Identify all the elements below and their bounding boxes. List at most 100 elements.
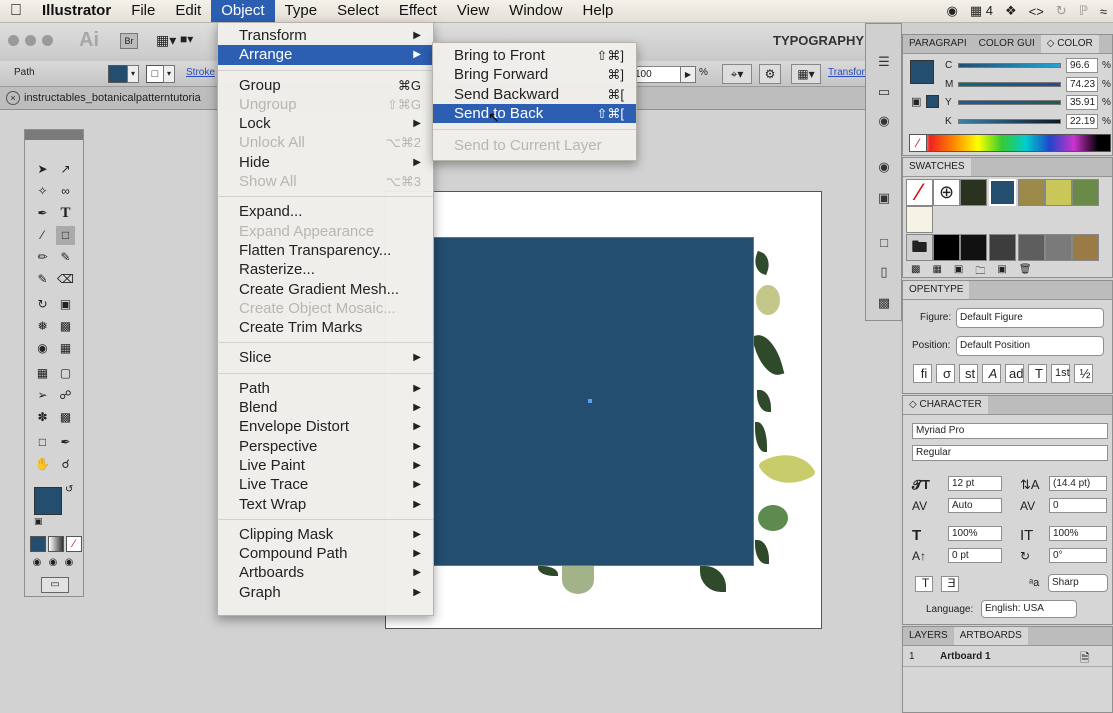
selected-rectangle[interactable] xyxy=(432,237,754,566)
fractions-icon[interactable]: ½ xyxy=(1074,364,1093,383)
zoom-tool-icon[interactable]: ☌ xyxy=(56,455,75,474)
swap-colors-icon[interactable]: ↺ xyxy=(65,484,73,495)
tab-swatches[interactable]: SWATCHES xyxy=(903,158,971,176)
gradient-mode-icon[interactable] xyxy=(48,536,64,552)
menu-item-graph[interactable]: Graph ▶ xyxy=(218,583,433,602)
swatch-blue[interactable] xyxy=(989,179,1016,206)
free-transform-tool-icon[interactable]: ▩ xyxy=(56,317,75,336)
figure-select[interactable]: Default Figure xyxy=(956,308,1104,328)
color-fill-swatch[interactable] xyxy=(910,60,934,84)
channel-value-m[interactable]: 74.23 xyxy=(1066,76,1098,92)
strikethrough-icon[interactable]: Ǝ xyxy=(941,576,959,592)
pen-tool-icon[interactable]: ✒ xyxy=(33,204,52,223)
align-panel-icon[interactable]: ▯ xyxy=(875,264,893,280)
channel-slider-k[interactable] xyxy=(958,118,1061,124)
opacity-stepper[interactable]: ▶ xyxy=(680,66,696,83)
menu-item-group[interactable]: Group ⌘G xyxy=(218,76,433,95)
titling-alternates-icon[interactable]: T xyxy=(1028,364,1047,383)
ordinals-icon[interactable]: 1st xyxy=(1051,364,1070,383)
transform-panel-icon[interactable]: □ xyxy=(875,235,893,251)
paintbrush-tool-icon[interactable]: ✏ xyxy=(33,248,52,267)
rectangle-tool-icon[interactable]: □ xyxy=(56,226,75,245)
tab-artboards[interactable]: ARTBOARDS xyxy=(953,627,1028,645)
menu-help[interactable]: Help xyxy=(573,0,624,22)
swatch-green[interactable] xyxy=(1072,179,1099,206)
code-icon[interactable]: <> xyxy=(1029,4,1044,19)
opacity-field[interactable]: 100 xyxy=(632,66,682,83)
draw-inside-icon[interactable]: ◉ xyxy=(62,556,76,570)
isolate-icon[interactable]: ⚙ xyxy=(759,64,781,84)
draw-normal-icon[interactable]: ◉ xyxy=(30,556,44,570)
tab-character[interactable]: ◇ CHARACTER xyxy=(903,396,988,414)
fill-swatch[interactable] xyxy=(108,65,128,83)
tab-color-guide[interactable]: COLOR GUI xyxy=(973,35,1041,53)
position-select[interactable]: Default Position xyxy=(956,336,1104,356)
font-family-field[interactable]: Myriad Pro xyxy=(912,423,1108,439)
document-tab-title[interactable]: instructables_botanicalpatterntutoria xyxy=(24,92,201,104)
menu-lines-icon[interactable]: ☰ xyxy=(875,54,893,70)
menu-item-hide[interactable]: Hide ▶ xyxy=(218,153,433,172)
channel-value-c[interactable]: 96.6 xyxy=(1066,58,1098,73)
menu-item-path[interactable]: Path ▶ xyxy=(218,379,433,398)
symbol-sprayer-tool-icon[interactable]: ✽ xyxy=(33,408,52,427)
menu-item-flatten-transparency[interactable]: Flatten Transparency... xyxy=(218,241,433,260)
direct-selection-tool-icon[interactable]: ↗ xyxy=(56,160,75,179)
adobe-status-icon[interactable]: ▦ 4 xyxy=(970,3,993,19)
screen-mode-icon[interactable]: ▭ xyxy=(41,577,69,593)
show-kinds-icon[interactable]: ▦ xyxy=(932,264,941,281)
stroke-dropdown[interactable]: ▾ xyxy=(163,65,175,83)
tab-paragraph[interactable]: PARAGRAPI xyxy=(903,35,973,53)
artboard-row[interactable]: 1 Artboard 1 🗎 xyxy=(903,646,1112,667)
tracking-field[interactable]: 0 xyxy=(1049,498,1107,513)
menu-item-text-wrap[interactable]: Text Wrap ▶ xyxy=(218,495,433,514)
bluetooth-icon[interactable]: ℙ xyxy=(1079,3,1088,19)
tab-opentype[interactable]: OPENTYPE xyxy=(903,281,970,299)
app-menu[interactable]: Illustrator xyxy=(32,0,121,22)
menu-file[interactable]: File xyxy=(121,0,165,22)
menu-type[interactable]: Type xyxy=(275,0,328,22)
all-caps-icon[interactable]: T xyxy=(915,576,933,592)
draw-behind-icon[interactable]: ◉ xyxy=(46,556,60,570)
artboard-tool-icon[interactable]: □ xyxy=(33,433,52,452)
width-tool-icon[interactable]: ❅ xyxy=(33,317,52,336)
menu-select[interactable]: Select xyxy=(327,0,389,22)
transparency-panel-icon[interactable]: ◉ xyxy=(875,159,893,175)
anti-aliasing-select[interactable]: Sharp xyxy=(1048,574,1108,592)
color-mode-icon[interactable] xyxy=(30,536,46,552)
fill-dropdown[interactable]: ▾ xyxy=(127,65,139,83)
graph-tool-icon[interactable]: ▩ xyxy=(56,408,75,427)
swatch-none[interactable]: ⁄ xyxy=(906,179,933,206)
tools-panel-header[interactable] xyxy=(25,130,83,140)
menu-item-lock[interactable]: Lock ▶ xyxy=(218,114,433,133)
channel-value-k[interactable]: 22.19 xyxy=(1066,113,1098,129)
blend-tool-icon[interactable]: ☍ xyxy=(56,386,75,405)
menu-item-expand[interactable]: Expand... xyxy=(218,202,433,221)
line-tool-icon[interactable]: ⁄ xyxy=(33,226,52,245)
horizontal-scale-field[interactable]: 100% xyxy=(1049,526,1107,541)
menu-item-live-paint[interactable]: Live Paint ▶ xyxy=(218,456,433,475)
type-tool-icon[interactable]: T xyxy=(56,204,75,223)
menu-item-arrange[interactable]: Arrange ▶ xyxy=(218,45,433,65)
out-of-gamut-swatch[interactable] xyxy=(926,95,939,108)
menu-item-slice[interactable]: Slice ▶ xyxy=(218,348,433,367)
menu-effect[interactable]: Effect xyxy=(389,0,447,22)
channel-value-y[interactable]: 35.91 xyxy=(1066,95,1098,110)
channel-slider-y[interactable] xyxy=(958,100,1061,105)
none-color-icon[interactable]: ⁄ xyxy=(909,134,927,152)
close-window-icon[interactable] xyxy=(8,35,19,46)
shape-builder-tool-icon[interactable]: ◉ xyxy=(33,339,52,358)
new-swatch-icon[interactable]: ▣ xyxy=(997,264,1006,281)
eyedropper-tool-icon[interactable]: ➢ xyxy=(33,386,52,405)
delete-swatch-icon[interactable]: 🗑 xyxy=(1019,264,1032,281)
tab-layers[interactable]: LAYERS xyxy=(903,627,954,645)
menu-item-live-trace[interactable]: Live Trace ▶ xyxy=(218,475,433,494)
perspective-grid-tool-icon[interactable]: ▦ xyxy=(56,339,75,358)
stroke-swatch[interactable]: □ xyxy=(146,65,164,83)
appearance-panel-icon[interactable]: ◉ xyxy=(875,113,893,129)
color-spectrum[interactable] xyxy=(909,134,1111,152)
stock-button[interactable]: ■▾ xyxy=(180,32,193,46)
swatch-options-icon[interactable]: ▣ xyxy=(954,264,963,281)
magic-wand-tool-icon[interactable]: ✧ xyxy=(33,182,52,201)
menu-item-compound-path[interactable]: Compound Path ▶ xyxy=(218,544,433,563)
channel-slider-c[interactable] xyxy=(958,63,1061,68)
